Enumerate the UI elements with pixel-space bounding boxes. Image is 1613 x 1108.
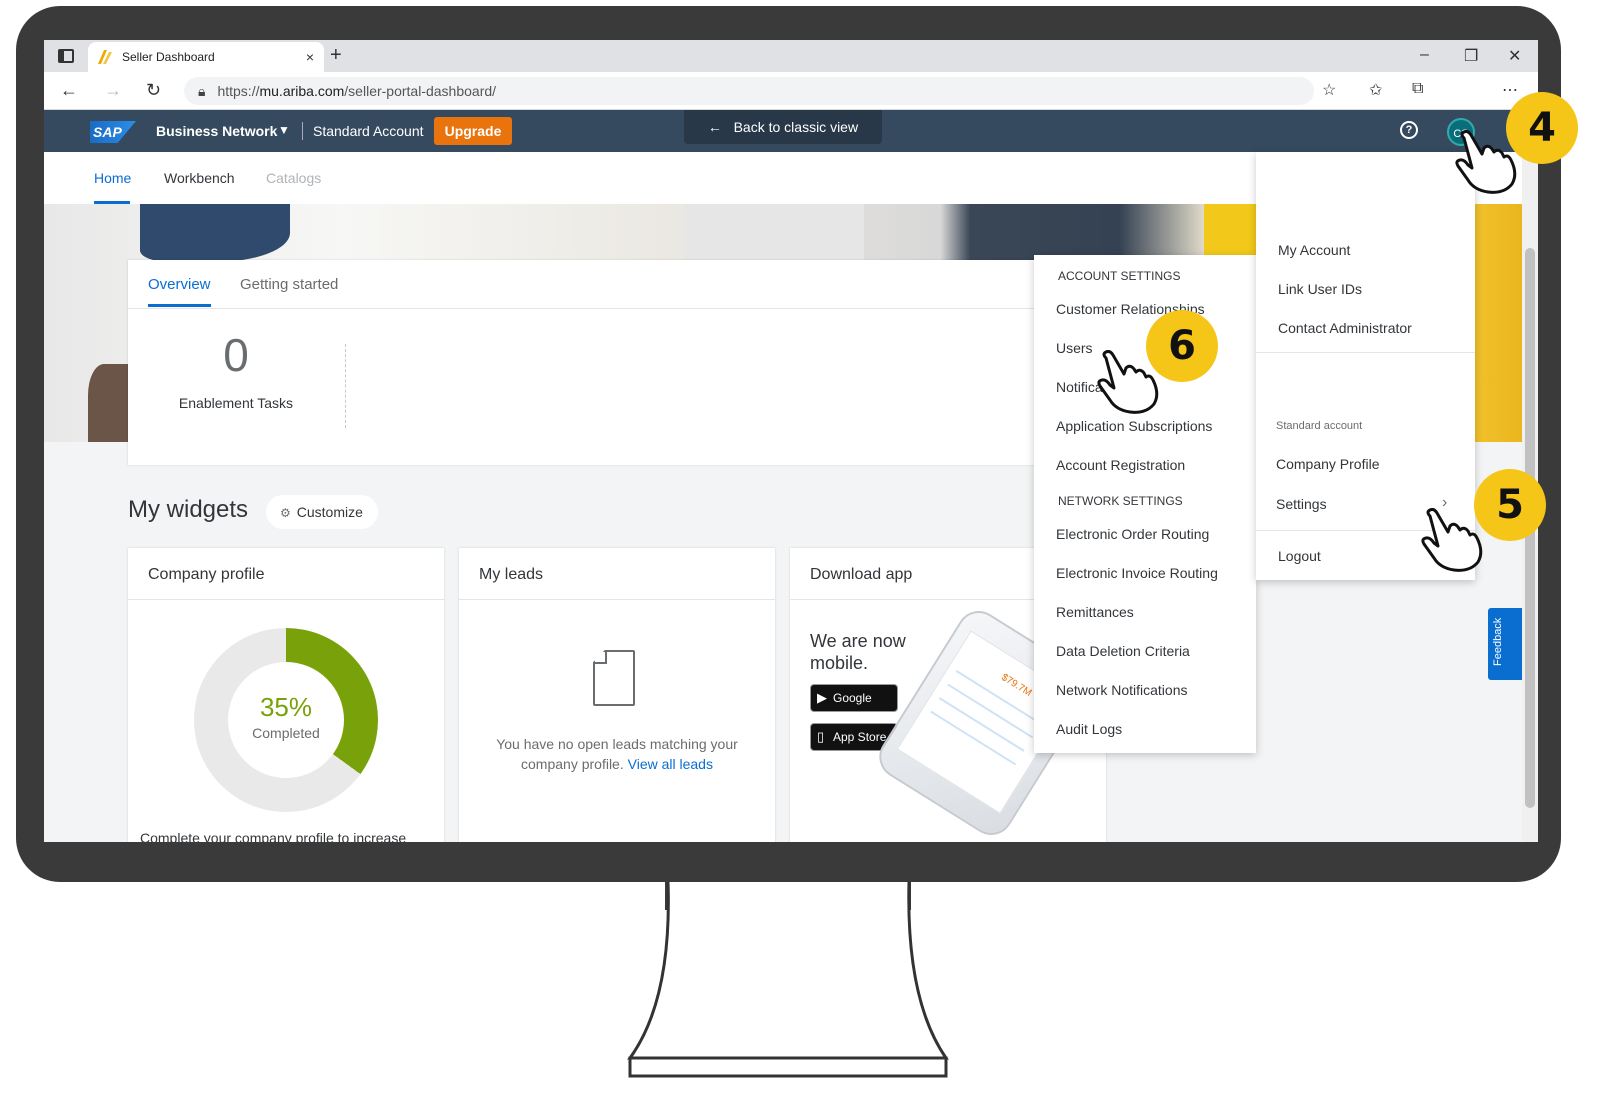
feedback-button[interactable]: Feedback [1488,608,1522,680]
profile-status: Completed [252,725,320,741]
no-leads-message: You have no open leads matching your com… [479,734,755,774]
url-field[interactable]: 🔒︎ https://mu.ariba.com/seller-portal-da… [184,77,1314,105]
play-icon: ▶ [817,690,827,705]
back-to-classic-button[interactable]: ← Back to classic view [684,110,882,144]
back-arrow-icon[interactable]: ← [60,80,78,101]
menu-item-order-routing[interactable]: Electronic Order Routing [1056,526,1209,542]
url-prefix: https:// [217,83,260,99]
menu-item-application-subscriptions[interactable]: Application Subscriptions [1056,418,1212,434]
screen: Seller Dashboard × + – ❐ ✕ ← → ↻ 🔒︎ http… [44,40,1538,842]
standard-account-header: Standard account [1276,420,1363,432]
overview-divider [128,308,1128,309]
dashboard-page: Home Workbench Catalogs Overview Getting… [44,152,1538,842]
google-play-badge[interactable]: ▶Google play [810,684,898,731]
pointing-hand-icon [1421,508,1483,572]
browser-tab[interactable]: Seller Dashboard × [88,42,324,72]
business-network-menu[interactable]: Business Network [156,123,277,139]
feedback-label: Feedback [1492,617,1504,666]
close-tab-icon[interactable]: × [306,49,314,65]
menu-item-contact-admin[interactable]: Contact Administrator [1278,320,1412,336]
menu-item-account-registration[interactable]: Account Registration [1056,457,1185,473]
favorites-icon[interactable]: ✩ [1369,80,1382,100]
restore-icon[interactable]: ❐ [1464,46,1478,66]
menu-item-settings[interactable]: Settings [1276,496,1327,512]
address-bar: ← → ↻ 🔒︎ https://mu.ariba.com/seller-por… [44,72,1538,110]
enablement-tasks-label: Enablement Tasks [178,395,294,411]
illustration: Seller Dashboard × + – ❐ ✕ ← → ↻ 🔒︎ http… [0,0,1613,1108]
document-corner [593,650,607,664]
tab-getting-started[interactable]: Getting started [240,276,338,293]
arrow-left-icon: ← [707,119,722,135]
widgets-title: My widgets [128,496,249,523]
upgrade-button[interactable]: Upgrade [434,117,512,145]
menu-item-invoice-routing[interactable]: Electronic Invoice Routing [1056,565,1218,581]
url-host: mu.ariba.com [259,83,345,99]
caret-down-icon[interactable]: ▼ [278,123,290,137]
tab-overview[interactable]: Overview [148,276,211,293]
new-tab-icon[interactable]: + [330,44,342,67]
header-divider [302,122,303,140]
sap-shell-bar: SAP Business Network ▼ Standard Account … [44,110,1538,152]
lock-icon: 🔒︎ [198,82,206,99]
widget-title[interactable]: My leads [459,548,775,600]
app-store-label: App Store [833,730,887,744]
sliders-icon: ⚙︎ [280,506,291,520]
menu-item-company-profile[interactable]: Company Profile [1276,456,1380,472]
customize-label: Customize [296,504,363,520]
window-close-icon[interactable]: ✕ [1508,46,1521,66]
tab-catalogs[interactable]: Catalogs [266,170,321,186]
menu-item-my-account[interactable]: My Account [1278,242,1350,258]
overview-card: Overview Getting started 0 Enablement Ta… [128,260,1128,465]
forward-arrow-icon[interactable]: → [104,80,122,101]
url-path: /seller-portal-dashboard/ [344,83,497,99]
customize-button[interactable]: ⚙︎ Customize [266,495,378,529]
sap-logo[interactable]: SAP [90,121,136,143]
view-all-leads-link[interactable]: View all leads [628,756,713,772]
phone-value: $79.7M [999,671,1034,699]
pointing-hand-icon [1097,350,1159,414]
tab-workbench[interactable]: Workbench [164,170,235,186]
browser-tab-bar: Seller Dashboard × + – ❐ ✕ [44,40,1538,72]
minimize-icon[interactable]: – [1420,46,1429,64]
profile-footer-text: Complete your company profile to increas… [140,830,407,842]
menu-item-network-notifications[interactable]: Network Notifications [1056,682,1188,698]
overview-tab-indicator [148,304,211,307]
account-settings-header: ACCOUNT SETTINGS [1058,269,1181,283]
collections-icon[interactable]: ⧉ [1412,80,1423,98]
kpi-divider [345,344,346,428]
help-icon[interactable]: ? [1400,121,1418,139]
pointing-hand-icon [1455,130,1517,194]
menu-item-data-deletion[interactable]: Data Deletion Criteria [1056,643,1190,659]
apple-icon: ▯ [817,729,825,744]
add-favorite-icon[interactable]: ☆ [1322,80,1336,100]
tab-home[interactable]: Home [94,170,131,186]
menu-item-users[interactable]: Users [1056,340,1093,356]
menu-separator [1256,352,1475,353]
profile-percent: 35% [259,692,313,722]
reload-icon[interactable]: ↻ [146,80,161,101]
my-leads-widget: My leads You have no open leads matching… [459,548,775,842]
back-to-classic-label: Back to classic view [733,119,859,135]
widget-title[interactable]: Company profile [128,548,444,600]
ariba-favicon-icon [98,50,112,64]
menu-item-logout[interactable]: Logout [1278,548,1321,564]
account-type-label: Standard Account [313,123,424,139]
tab-title: Seller Dashboard [122,50,215,64]
settings-submenu: ACCOUNT SETTINGS Customer Relationships … [1034,255,1256,753]
enablement-tasks-count[interactable]: 0 [128,328,344,382]
more-icon[interactable]: ⋯ [1502,80,1518,100]
company-profile-widget: Company profile 35% Completed Complete y… [128,548,444,842]
sidebar-toggle-icon[interactable] [58,49,74,63]
mobile-headline: We are now mobile. [810,631,906,673]
menu-item-remittances[interactable]: Remittances [1056,604,1134,620]
network-settings-header: NETWORK SETTINGS [1058,494,1183,508]
menu-item-audit-logs[interactable]: Audit Logs [1056,721,1122,737]
menu-item-link-user-ids[interactable]: Link User IDs [1278,281,1362,297]
